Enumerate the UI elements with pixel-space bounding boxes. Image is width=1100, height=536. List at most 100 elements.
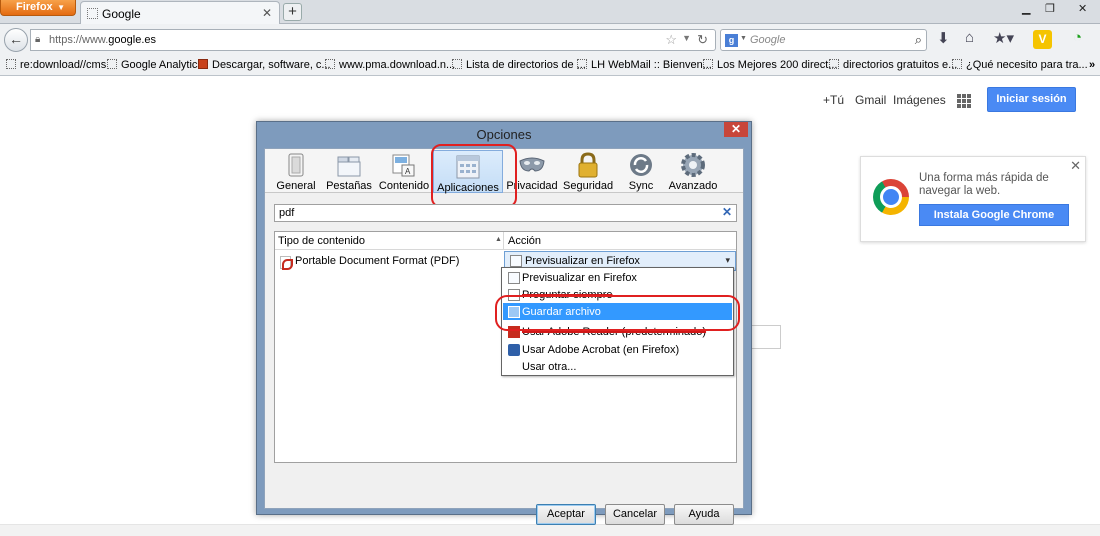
bookmark-favicon-icon [452,59,462,69]
bookmark-item[interactable]: Descargar, software, c... [198,59,331,71]
arrow-left-icon: ← [9,31,23,47]
bookmarks-menu-icon[interactable]: ★▾ [993,29,1014,47]
images-link[interactable]: Imágenes [893,93,946,107]
bookmark-item[interactable]: Lista de directorios de ... [452,59,586,71]
dialog-title: Opciones [476,127,532,142]
tab-google[interactable]: Google ✕ [80,1,280,24]
tab-strip: Firefox ▼ Google ✕ + ▁ ❐ ✕ [0,0,1100,24]
bookmark-favicon-icon [107,59,117,69]
bookmark-favicon-icon [577,59,587,69]
pane-advanced[interactable]: Avanzado [665,149,721,193]
general-switch-icon [288,153,304,177]
privacy-mask-icon [519,157,545,172]
bookmarks-overflow-button[interactable]: » [1089,59,1095,71]
bookmark-star-icon[interactable]: ☆ [665,32,677,48]
chevron-down-icon[interactable]: ▾ [725,255,730,266]
url-bar[interactable]: 🔒︎ https://www.google.es ☆ ▼ ↻ [30,29,716,51]
chevron-down-icon[interactable]: ▼ [740,35,747,42]
pane-general[interactable]: General [271,149,321,193]
bookmark-favicon-icon [703,59,713,69]
annotation-circle [431,144,517,208]
pane-tabs[interactable]: Pestañas [321,149,377,193]
help-button[interactable]: Ayuda [674,504,734,525]
column-separator[interactable] [503,232,504,250]
clear-icon[interactable]: ✕ [722,205,732,219]
promo-text: Una forma más rápida de navegar la web. [919,172,1049,197]
new-tab-button[interactable]: + [283,3,302,21]
url-dropdown-icon[interactable]: ▼ [682,33,691,43]
annotation-circle [495,295,740,331]
pane-sync[interactable]: Sync [621,149,661,193]
cancel-button[interactable]: Cancelar [605,504,665,525]
dropdown-option[interactable]: Usar Adobe Acrobat (en Firefox) [503,341,732,358]
tabs-icon [337,156,361,177]
sort-arrow-icon: ▲ [495,236,502,243]
pane-label: Avanzado [668,180,718,192]
pane-label: Contenido [378,180,430,192]
dropdown-option[interactable]: Usar otra... [503,358,732,375]
preview-icon [508,272,520,284]
reload-icon[interactable]: ↻ [697,32,708,48]
home-icon[interactable]: ⌂ [965,29,974,46]
window-close-button[interactable]: ✕ [1078,2,1087,15]
chevron-down-icon: ▼ [57,3,65,12]
page-footer [0,524,1100,536]
gmail-link[interactable]: Gmail [855,93,886,107]
tab-title: Google [102,7,141,21]
svg-text:A: A [405,167,411,176]
close-tab-icon[interactable]: ✕ [262,6,272,20]
preferences-pane-bar: General Pestañas A Contenido Aplicacione… [265,144,743,208]
sync-icon [630,154,652,176]
bookmark-favicon-icon [829,59,839,69]
search-engine-icon[interactable]: g [725,34,738,47]
signin-button[interactable]: Iniciar sesión [987,87,1076,112]
bookmark-favicon-icon [198,59,208,69]
column-header-action[interactable]: Acción [508,235,541,247]
addon-green-icon[interactable]: ◔ [1073,29,1082,46]
downloads-icon[interactable]: ⬇ [937,29,950,47]
bookmark-favicon-icon [6,59,16,69]
maximize-button[interactable]: ❐ [1045,2,1055,15]
search-icon[interactable]: ⌕ [915,32,922,48]
action-select-value: Previsualizar en Firefox [525,255,640,267]
pane-label: Seguridad [563,180,614,192]
bookmark-item[interactable]: directorios gratuitos e... [829,59,957,71]
search-input[interactable]: pdf ✕ [274,204,737,222]
ok-button[interactable]: Aceptar [536,504,596,525]
adobe-acrobat-icon [508,344,520,356]
bookmark-item[interactable]: ¿Qué necesito para tra... [952,59,1088,71]
firefox-menu-button[interactable]: Firefox ▼ [0,0,76,16]
bookmark-item[interactable]: www.pma.download.n... [325,59,455,71]
bookmark-item[interactable]: re:download//cms [6,59,106,71]
chrome-promo: ✕ Una forma más rápida de navegar la web… [860,156,1086,242]
search-bar[interactable]: g ▼ Google ⌕ [720,29,927,51]
pane-label: Sync [628,180,654,192]
firefox-menu-label: Firefox [16,1,53,13]
dropdown-option[interactable]: Previsualizar en Firefox [503,269,732,286]
content-icon: A [392,154,415,177]
pane-label: General [276,180,316,192]
back-button[interactable]: ← [4,28,28,52]
column-header-content-type[interactable]: Tipo de contenido [278,235,365,247]
pdf-file-icon [280,256,293,270]
bookmark-item[interactable]: Los Mejores 200 direct... [703,59,837,71]
url-text[interactable]: https://www.google.es [49,34,156,46]
security-padlock-icon [578,152,598,178]
advanced-gear-icon [681,153,705,177]
preview-icon [510,255,522,267]
table-header: Tipo de contenido ▲ Acción [275,232,736,250]
dialog-close-button[interactable]: ✕ [724,122,748,137]
pane-content[interactable]: A Contenido [377,149,431,193]
bookmark-favicon-icon [952,59,962,69]
apps-grid-icon[interactable] [957,94,971,108]
navigation-toolbar: ← 🔒︎ https://www.google.es ☆ ▼ ↻ g ▼ Goo… [0,24,1100,56]
bookmark-item[interactable]: LH WebMail :: Bienven... [577,59,712,71]
addon-v-icon[interactable]: V [1033,30,1052,49]
search-placeholder: Google [750,34,786,46]
install-chrome-button[interactable]: Instala Google Chrome [919,204,1069,226]
minimize-button[interactable]: ▁ [1022,2,1030,15]
pane-security[interactable]: Seguridad [563,149,613,193]
bookmarks-toolbar: re:download//cms Google Analytics Descar… [0,56,1100,76]
bookmark-item[interactable]: Google Analytics [107,59,203,71]
google-plus-link[interactable]: +Tú [823,93,844,107]
